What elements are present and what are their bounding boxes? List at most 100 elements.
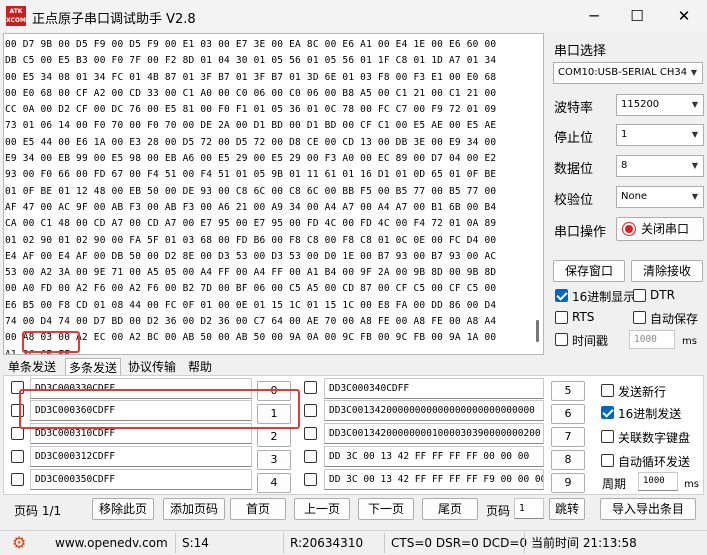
timestamp-checkbox[interactable] (555, 333, 568, 346)
multi-item-checkbox[interactable] (304, 427, 317, 440)
page-toolbar: 页码 1/1 移除此页 添加页码 首页 上一页 下一页 尾页 页码 1 跳转 导… (0, 497, 707, 523)
chevron-down-icon: ▼ (691, 161, 698, 170)
receive-line: A1 3C CE FF (5, 348, 71, 355)
minimize-button[interactable]: ─ (571, 0, 617, 32)
receive-line: E9 34 00 EB 99 00 E5 98 00 EB A6 00 E5 2… (5, 153, 497, 165)
timestamp-label: 时间戳 (572, 334, 609, 348)
link-keypad-checkbox[interactable] (601, 430, 614, 443)
add-page-button[interactable]: 添加页码 (163, 498, 225, 520)
auto-save-checkbox[interactable] (633, 311, 646, 324)
send-newline-label: 发送新行 (618, 385, 667, 399)
timestamp-ms-input[interactable]: 1000 (629, 330, 675, 349)
next-page-button[interactable]: 下一页 (358, 498, 414, 520)
tab-help[interactable]: 帮助 (185, 358, 215, 376)
hex-send-checkbox[interactable] (601, 406, 614, 419)
page-indicator: 页码 1/1 (14, 504, 62, 518)
jump-button[interactable]: 跳转 (549, 498, 585, 520)
port-op-label: 串口操作 (554, 225, 607, 240)
chevron-down-icon: ▼ (691, 130, 698, 139)
tab-protocol[interactable]: 协议传输 (125, 358, 179, 376)
receive-line: E6 B5 00 F8 CD 01 08 44 00 FC 0F 01 00 0… (5, 299, 497, 311)
receive-area[interactable]: 00 D7 9B 00 D5 F9 00 D5 F9 00 E1 03 00 E… (3, 33, 544, 355)
receive-line: 00 A8 03 00 A2 EC 00 A2 BC 00 AB 50 00 A… (5, 332, 497, 344)
multi-send-button[interactable]: 5 (551, 381, 585, 401)
save-window-button[interactable]: 保存窗口 (553, 260, 625, 282)
multi-send-button[interactable]: 8 (551, 450, 585, 470)
receive-line: 00 D7 9B 00 D5 F9 00 D5 F9 00 E1 03 00 E… (5, 39, 497, 50)
multi-item-input[interactable]: DD 3C 00 13 42 FF FF FF FF F9 00 00 00 (324, 469, 544, 490)
send-newline-checkbox[interactable] (601, 384, 614, 397)
tab-multi-send[interactable]: 多条发送 (65, 358, 122, 376)
hex-send-label: 16进制发送 (618, 407, 682, 421)
parity-select[interactable]: None ▼ (616, 186, 704, 208)
page-number-input[interactable]: 1 (514, 498, 544, 519)
receive-line: 01 0F BE 01 12 48 00 EB 50 00 DE 93 00 C… (5, 185, 497, 197)
highlight-box-receive (22, 331, 80, 353)
highlight-box-multi (19, 389, 300, 429)
period-input[interactable]: 1000 (638, 472, 678, 491)
baud-select[interactable]: 115200 ▼ (616, 94, 704, 116)
multi-item-checkbox[interactable] (304, 381, 317, 394)
multi-send-button[interactable]: 2 (257, 427, 291, 447)
gear-icon[interactable]: ⚙ (12, 533, 26, 552)
rts-label: RTS (572, 310, 595, 324)
multi-send-button[interactable]: 7 (551, 427, 585, 447)
multi-send-button[interactable]: 6 (551, 404, 585, 424)
multi-item-input[interactable]: DD3C000340CDFF (324, 378, 544, 399)
app-logo-icon: ATK XCOM (6, 6, 26, 26)
parity-label: 校验位 (554, 193, 594, 208)
port-select[interactable]: COM10:USB-SERIAL CH34 ▼ (553, 62, 703, 84)
close-port-button[interactable]: 关闭串口 (616, 217, 704, 241)
auto-loop-checkbox[interactable] (601, 454, 614, 467)
title-bar: ATK XCOM 正点原子串口调试助手 V2.8 ─ ☐ ✕ (0, 0, 707, 32)
tab-single-send[interactable]: 单条发送 (5, 358, 59, 376)
multi-item-checkbox[interactable] (304, 450, 317, 463)
clear-receive-button[interactable]: 清除接收 (631, 260, 703, 282)
first-page-button[interactable]: 首页 (230, 498, 286, 520)
remove-page-button[interactable]: 移除此页 (92, 498, 154, 520)
receive-scrollbar[interactable] (536, 320, 539, 342)
data-bits-select[interactable]: 8 ▼ (616, 155, 704, 177)
multi-item-checkbox[interactable] (11, 450, 24, 463)
multi-send-button[interactable]: 3 (257, 450, 291, 470)
multi-item-checkbox[interactable] (11, 473, 24, 486)
port-label: 串口选择 (554, 44, 607, 59)
stop-bits-select[interactable]: 1 ▼ (616, 124, 704, 146)
port-status-icon (623, 223, 635, 235)
website-link[interactable]: www.openedv.com (47, 533, 168, 553)
multi-item-input[interactable]: DD3C000350CDFF (30, 469, 252, 490)
import-export-button[interactable]: 导入导出条目 (600, 498, 696, 520)
receive-line: 74 00 D4 74 00 D7 BD 00 D2 36 00 D2 36 0… (5, 316, 497, 328)
baud-label: 波特率 (554, 101, 594, 116)
data-bits-label: 数据位 (554, 162, 594, 177)
receive-line: 00 A0 FD 00 A2 F6 00 A2 F6 00 B2 7D 00 B… (5, 283, 497, 295)
close-window-button[interactable]: ✕ (661, 0, 707, 32)
receive-line: 53 00 A2 3A 00 9E 71 00 A5 05 00 A4 FF 0… (5, 267, 497, 279)
receive-line: 00 E5 44 00 E6 1A 00 E3 28 00 D5 72 00 D… (5, 136, 497, 148)
multi-item-input[interactable]: DD3C00134200000000000000000000000000 (324, 400, 544, 421)
dtr-label: DTR (650, 288, 675, 302)
receive-count: R:20634310 (283, 533, 363, 553)
multi-item-input[interactable]: DD 3C 00 13 42 FF FF FF FF 00 00 00 (324, 446, 544, 467)
hex-display-checkbox[interactable] (555, 289, 568, 302)
auto-loop-label: 自动循环发送 (618, 455, 691, 469)
stop-bits-label: 停止位 (554, 131, 594, 146)
hex-display-label: 16进制显示 (572, 290, 636, 304)
multi-send-button[interactable]: 9 (551, 473, 585, 493)
receive-line: 73 01 06 14 00 F0 70 00 F0 70 00 DE 2A 0… (5, 120, 497, 132)
receive-line: E4 AF 00 E4 AF 00 DB 50 00 D2 8E 00 D3 5… (5, 250, 497, 262)
timestamp-ms-unit: ms (682, 336, 697, 347)
maximize-button[interactable]: ☐ (614, 0, 660, 32)
dtr-checkbox[interactable] (633, 289, 646, 302)
prev-page-button[interactable]: 上一页 (294, 498, 350, 520)
receive-line: CA 00 C1 48 00 CD A7 00 CD A7 00 E7 95 0… (5, 218, 497, 230)
rts-checkbox[interactable] (555, 311, 568, 324)
multi-item-checkbox[interactable] (304, 404, 317, 417)
multi-send-button[interactable]: 4 (257, 473, 291, 493)
receive-line: DB C5 00 E5 B3 00 F0 7F 00 F2 8D 01 04 3… (5, 55, 497, 67)
multi-item-input[interactable]: DD3C001342000000001000030390000000200 (324, 423, 544, 444)
page-number-label: 页码 (486, 504, 511, 518)
last-page-button[interactable]: 尾页 (422, 498, 478, 520)
multi-item-checkbox[interactable] (304, 473, 317, 486)
multi-item-input[interactable]: DD3C000312CDFF (30, 446, 252, 467)
